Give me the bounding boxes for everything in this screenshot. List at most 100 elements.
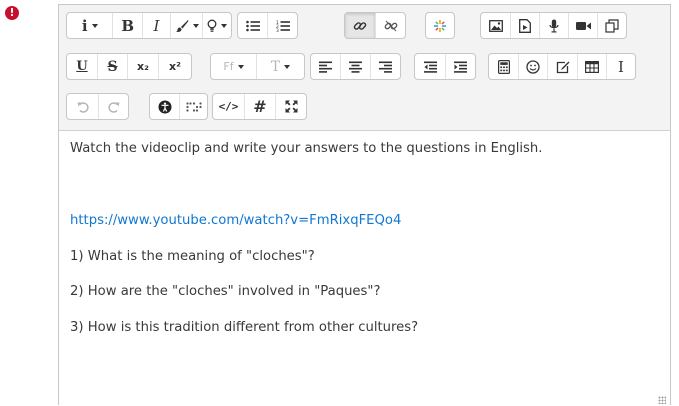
emoji-button[interactable] xyxy=(519,54,548,79)
hashtag-icon: # xyxy=(253,97,267,116)
style-brush-button[interactable] xyxy=(171,13,204,38)
toolbar-group-accessibility xyxy=(149,93,208,120)
redo-button[interactable] xyxy=(99,94,128,119)
align-right-icon xyxy=(379,61,392,73)
special-chars-button[interactable] xyxy=(426,13,454,38)
undo-icon xyxy=(77,101,89,113)
question-2: 2) How are the "cloches" involved in "Pa… xyxy=(70,284,381,299)
question-3: 3) How is this tradition different from … xyxy=(70,320,419,335)
redo-icon xyxy=(107,101,119,113)
error-icon: ! xyxy=(5,6,19,20)
toolbar-group-insert: I xyxy=(488,53,636,80)
superscript-label: x² xyxy=(169,60,181,73)
table-icon xyxy=(585,60,599,73)
media-button[interactable] xyxy=(511,13,540,38)
subscript-label: x₂ xyxy=(137,60,149,73)
editor-toolbar: i B I 123 U S x₂ x² Ff T I </> # xyxy=(59,5,670,131)
calculator-icon xyxy=(497,59,510,74)
strikethrough-label: S xyxy=(107,58,118,75)
rich-text-editor: i B I 123 U S x₂ x² Ff T I </> # Watch t… xyxy=(58,4,671,406)
table-button[interactable] xyxy=(578,54,607,79)
ordered-list-button[interactable]: 123 xyxy=(268,13,297,38)
record-video-button[interactable] xyxy=(569,13,598,38)
info-label: i xyxy=(81,16,88,35)
font-family-label: Ff xyxy=(223,60,234,73)
accessibility-icon xyxy=(158,100,171,113)
manage-files-button[interactable] xyxy=(598,13,626,38)
video-camera-icon xyxy=(575,21,591,30)
bold-label: B xyxy=(121,16,135,35)
toolbar-group-text-style: i B I xyxy=(66,12,232,39)
underline-label: U xyxy=(76,59,88,74)
font-family-button[interactable]: Ff xyxy=(211,54,257,79)
font-size-button[interactable]: T xyxy=(257,54,304,79)
chevron-down-icon xyxy=(91,23,98,28)
toolbar-group-links xyxy=(344,12,406,39)
info-menu-button[interactable]: i xyxy=(67,13,114,38)
file-media-icon xyxy=(519,18,531,33)
lightbulb-icon xyxy=(207,19,217,32)
braille-icon xyxy=(185,101,202,112)
record-audio-button[interactable] xyxy=(540,13,569,38)
editor-content-area[interactable]: Watch the videoclip and write your answe… xyxy=(59,131,670,406)
video-link-paragraph: https://www.youtube.com/watch?v=FmRixqFE… xyxy=(70,211,401,230)
indent-icon xyxy=(454,61,467,73)
align-left-button[interactable] xyxy=(311,54,341,79)
text-cursor-icon: I xyxy=(618,57,624,76)
resize-grip-icon[interactable] xyxy=(658,396,666,404)
unlink-button[interactable] xyxy=(376,13,405,38)
unlink-icon xyxy=(384,20,397,31)
svg-text:3: 3 xyxy=(276,28,279,32)
italic-button[interactable]: I xyxy=(143,13,171,38)
fullscreen-button[interactable] xyxy=(276,94,306,119)
video-link[interactable]: https://www.youtube.com/watch?v=FmRixqFE… xyxy=(70,213,401,228)
image-icon xyxy=(488,19,503,32)
edit-button[interactable] xyxy=(548,54,578,79)
toolbar-group-lists: 123 xyxy=(237,12,298,39)
chevron-down-icon xyxy=(237,64,244,69)
underline-button[interactable]: U xyxy=(67,54,98,79)
expand-arrows-icon xyxy=(285,100,297,113)
smiley-icon xyxy=(526,59,540,74)
instruction-text: Watch the videoclip and write your answe… xyxy=(70,141,543,156)
files-icon xyxy=(605,18,619,33)
unordered-list-button[interactable] xyxy=(238,13,268,38)
link-button[interactable] xyxy=(345,13,376,38)
code-icon: </> xyxy=(218,100,239,113)
toolbar-group-history xyxy=(66,93,129,120)
align-center-icon xyxy=(349,61,362,73)
chevron-down-icon xyxy=(221,23,228,28)
image-button[interactable] xyxy=(481,13,511,38)
outdent-button[interactable] xyxy=(415,54,446,79)
bullet-list-icon xyxy=(245,20,260,31)
numbered-list-icon: 123 xyxy=(276,20,290,32)
clear-format-button[interactable]: I xyxy=(607,54,635,79)
lightbulb-button[interactable] xyxy=(203,13,231,38)
html-button[interactable]: </> xyxy=(213,94,245,119)
pencil-square-icon xyxy=(556,61,569,73)
accessibility-checker-button[interactable] xyxy=(150,94,180,119)
toolbar-group-font: Ff T xyxy=(210,53,305,80)
toolbar-group-indent xyxy=(414,53,476,80)
equation-button[interactable] xyxy=(489,54,519,79)
chevron-down-icon xyxy=(284,64,291,69)
subscript-button[interactable]: x₂ xyxy=(128,54,159,79)
toolbar-group-view: </> # xyxy=(212,93,307,120)
strikethrough-button[interactable]: S xyxy=(98,54,128,79)
italic-label: I xyxy=(153,16,160,35)
align-center-button[interactable] xyxy=(341,54,371,79)
undo-button[interactable] xyxy=(67,94,99,119)
font-size-label: T xyxy=(270,58,281,75)
align-left-icon xyxy=(319,61,332,73)
question-1: 1) What is the meaning of "cloches"? xyxy=(70,249,315,264)
hashtag-button[interactable]: # xyxy=(245,94,276,119)
toolbar-group-align xyxy=(310,53,401,80)
toolbar-group-chars xyxy=(425,12,455,39)
link-icon xyxy=(353,21,367,30)
align-right-button[interactable] xyxy=(371,54,400,79)
screenreader-helper-button[interactable] xyxy=(180,94,207,119)
indent-button[interactable] xyxy=(446,54,475,79)
bold-button[interactable]: B xyxy=(113,13,144,38)
superscript-button[interactable]: x² xyxy=(159,54,191,79)
paint-brush-icon xyxy=(175,19,189,32)
